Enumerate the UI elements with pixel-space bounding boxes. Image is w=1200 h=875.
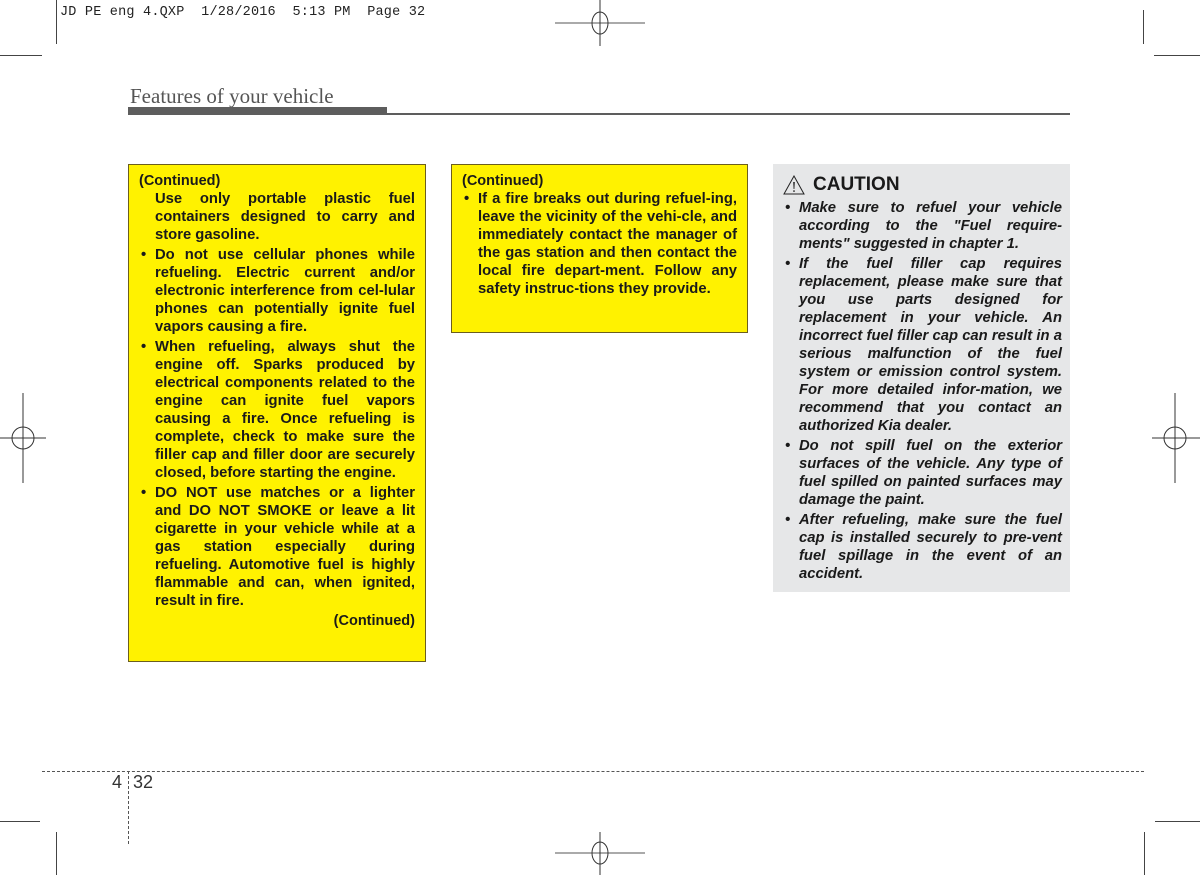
crop-mark [1155, 821, 1200, 822]
list-item: Do not use cellular phones while refueli… [139, 246, 415, 336]
slug-time: 5:13 PM [292, 5, 351, 20]
slug-page: Page 32 [367, 5, 426, 20]
continued-label: (Continued) [139, 173, 221, 189]
crop-mark [0, 55, 42, 56]
slug-file: JD PE eng 4.QXP [60, 5, 185, 20]
crop-mark [1143, 10, 1144, 44]
continued-label: (Continued) [333, 613, 415, 629]
continued-label: (Continued) [462, 173, 544, 189]
crop-mark [1154, 55, 1200, 56]
chapter-number: 4 [112, 772, 123, 792]
registration-mark-right [1152, 393, 1200, 483]
crop-mark [56, 0, 57, 44]
caution-heading: CAUTION [783, 172, 1062, 198]
registration-mark-bottom [555, 832, 645, 875]
footer-dashed-divider [128, 771, 129, 844]
crop-mark [1144, 832, 1145, 875]
warning-list: Do not use cellular phones while refueli… [139, 246, 415, 610]
slug-date: 1/28/2016 [201, 5, 276, 20]
page-number: 32 [133, 772, 154, 792]
warning-triangle-icon [783, 175, 805, 195]
list-item: Make sure to refuel your vehicle accordi… [783, 199, 1062, 253]
header-rule-thin [387, 113, 1070, 115]
list-item: If the fuel filler cap requires replacem… [783, 255, 1062, 435]
list-item: If a fire breaks out during refuel-ing, … [462, 190, 737, 298]
list-item: DO NOT use matches or a lighter and DO N… [139, 484, 415, 610]
footer-dashed-rule [42, 771, 1144, 772]
warning-list: If a fire breaks out during refuel-ing, … [462, 190, 737, 298]
caution-list: Make sure to refuel your vehicle accordi… [783, 199, 1062, 583]
list-item: When refueling, always shut the engine o… [139, 338, 415, 482]
caution-box: CAUTION Make sure to refuel your vehicle… [773, 164, 1070, 592]
registration-mark-top [555, 0, 645, 46]
list-item: Do not spill fuel on the exterior surfac… [783, 437, 1062, 509]
registration-mark-left [0, 393, 46, 483]
warning-box-middle: (Continued) If a fire breaks out during … [451, 164, 748, 333]
print-slug-line: JD PE eng 4.QXP 1/28/2016 5:13 PM Page 3… [60, 5, 425, 20]
warning-box-left: (Continued) Use only portable plastic fu… [128, 164, 426, 662]
crop-mark [0, 821, 40, 822]
header-rule-thick [128, 107, 387, 115]
section-title: Features of your vehicle [130, 84, 334, 108]
crop-mark [56, 832, 57, 875]
caution-title: CAUTION [813, 174, 900, 195]
list-item: After refueling, make sure the fuel cap … [783, 511, 1062, 583]
intro-paragraph: Use only portable plastic fuel container… [155, 191, 415, 243]
